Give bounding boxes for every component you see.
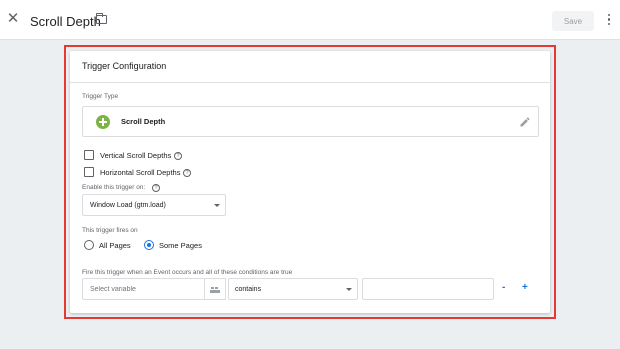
condition-value-input[interactable] xyxy=(362,278,494,300)
add-condition-button[interactable]: + xyxy=(522,283,528,293)
enable-on-select[interactable]: Window Load (gtm.load) xyxy=(82,194,226,216)
remove-condition-button[interactable]: - xyxy=(502,283,505,293)
trigger-type-label: Trigger Type xyxy=(82,93,119,100)
operator-select[interactable]: contains xyxy=(228,278,358,300)
trigger-configuration-card: Trigger Configuration Trigger Type Scrol… xyxy=(70,51,550,313)
help-icon[interactable]: ? xyxy=(183,169,191,177)
help-icon[interactable]: ? xyxy=(174,152,182,160)
enable-on-value: Window Load (gtm.load) xyxy=(90,202,166,209)
radio-all-pages-label: All Pages xyxy=(99,241,131,250)
folder-icon[interactable] xyxy=(95,13,107,24)
scroll-depth-icon xyxy=(96,115,110,129)
conditions-label: Fire this trigger when an Event occurs a… xyxy=(82,269,293,276)
variable-picker-icon[interactable] xyxy=(205,278,226,300)
radio-all-pages[interactable] xyxy=(84,240,94,250)
edit-pencil-icon[interactable] xyxy=(519,116,531,128)
more-vert-icon[interactable] xyxy=(606,14,612,28)
save-button[interactable]: Save xyxy=(552,11,594,31)
radio-some-pages-label: Some Pages xyxy=(159,241,202,250)
card-header: Trigger Configuration xyxy=(70,51,550,83)
radio-some-pages[interactable] xyxy=(144,240,154,250)
card-title: Trigger Configuration xyxy=(82,61,167,71)
fires-on-label: This trigger fires on xyxy=(82,227,138,234)
vertical-scroll-checkbox[interactable] xyxy=(84,150,94,160)
dropdown-caret-icon xyxy=(346,288,352,291)
trigger-type-selector[interactable]: Scroll Depth xyxy=(82,106,539,137)
operator-value: contains xyxy=(235,286,262,293)
dropdown-caret-icon xyxy=(214,204,220,207)
trigger-name[interactable]: Scroll Depth xyxy=(30,14,101,29)
close-icon[interactable]: ✕ xyxy=(6,11,20,26)
trigger-type-name: Scroll Depth xyxy=(121,117,166,126)
enable-on-label: Enable this trigger on: xyxy=(82,184,146,191)
vertical-scroll-label: Vertical Scroll Depths xyxy=(100,151,172,160)
horizontal-scroll-checkbox[interactable] xyxy=(84,167,94,177)
top-bar: ✕ Scroll Depth Save xyxy=(0,0,620,40)
help-icon[interactable]: ? xyxy=(152,184,160,192)
select-variable-input[interactable] xyxy=(82,278,205,300)
horizontal-scroll-label: Horizontal Scroll Depths xyxy=(100,168,181,177)
